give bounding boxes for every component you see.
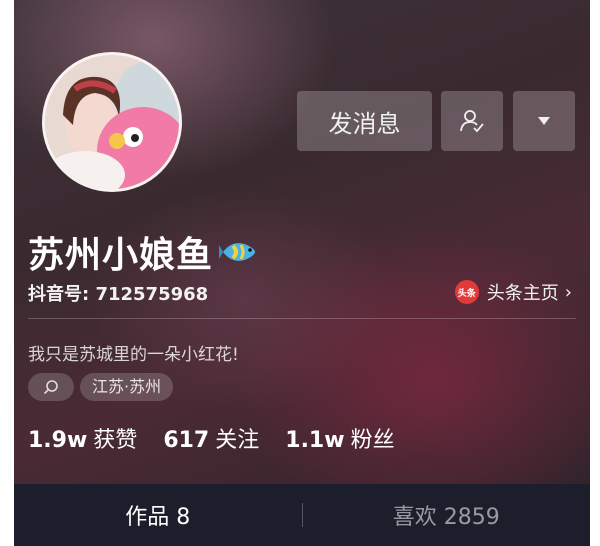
douyin-id: 抖音号: 712575968 xyxy=(28,284,209,305)
follow-button[interactable] xyxy=(441,91,503,151)
bio-text: 我只是苏城里的一朵小红花! xyxy=(28,345,239,365)
toutiao-label: 头条主页 xyxy=(486,283,559,304)
stat-label: 粉丝 xyxy=(350,428,395,453)
avatar-image xyxy=(45,55,179,189)
stat-following[interactable]: 617 关注 xyxy=(163,422,259,454)
search-tag-button[interactable] xyxy=(28,373,74,401)
divider xyxy=(28,318,576,319)
caret-down-icon xyxy=(538,117,550,125)
content-tab-bar: 作品 8 喜欢 2859 xyxy=(14,484,590,546)
profile-name: 苏州小娘鱼 xyxy=(28,226,259,278)
stat-followers[interactable]: 1.1w 粉丝 xyxy=(285,422,394,454)
send-message-label: 发消息 xyxy=(328,109,401,138)
more-dropdown-button[interactable] xyxy=(513,91,575,151)
profile-header: 发消息 苏州小娘鱼 抖音号: 712575968 头条 头条主页 › 我只是苏城… xyxy=(14,0,590,546)
stat-likes[interactable]: 1.9w 获赞 xyxy=(28,422,137,454)
user-check-icon xyxy=(460,110,484,133)
stat-label: 关注 xyxy=(215,428,260,453)
toutiao-logo-icon: 头条 xyxy=(454,280,479,304)
toutiao-homepage-link[interactable]: 头条 头条主页 › xyxy=(454,279,572,305)
stat-value: 1.9w xyxy=(28,428,88,453)
search-icon xyxy=(43,380,58,395)
stat-value: 1.1w xyxy=(285,428,345,453)
location-tag[interactable]: 江苏·苏州 xyxy=(80,373,174,401)
tab-works[interactable]: 作品 8 xyxy=(14,499,302,531)
fish-emoji-icon xyxy=(219,243,256,261)
avatar[interactable] xyxy=(42,52,182,192)
stats-row: 1.9w 获赞 617 关注 1.1w 粉丝 xyxy=(28,422,421,454)
chevron-right-icon: › xyxy=(564,281,572,303)
tab-likes[interactable]: 喜欢 2859 xyxy=(303,499,591,531)
profile-name-text: 苏州小娘鱼 xyxy=(28,235,214,276)
send-message-button[interactable]: 发消息 xyxy=(297,91,432,151)
stat-value: 617 xyxy=(163,428,210,453)
stat-label: 获赞 xyxy=(93,428,138,453)
